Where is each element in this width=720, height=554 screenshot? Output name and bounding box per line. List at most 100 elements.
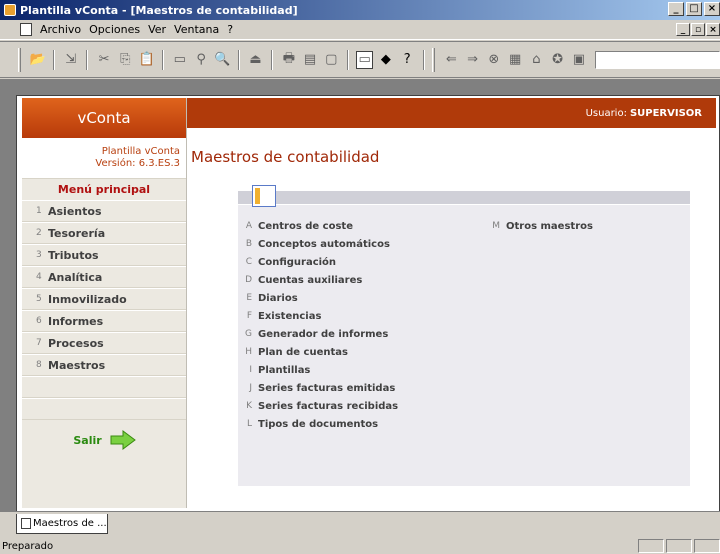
page-icon[interactable]: ▢	[323, 51, 340, 69]
option-key: E	[246, 293, 252, 303]
sidebar-item-label: Maestros	[48, 358, 106, 372]
toolbar-grip[interactable]	[431, 47, 435, 72]
paste-icon[interactable]: 📋	[138, 51, 155, 69]
go-icon[interactable]: ▣	[570, 51, 587, 69]
close-button[interactable]: ×	[704, 2, 720, 16]
options-right-column: M Otros maestros	[486, 217, 686, 235]
print-icon[interactable]: 🖶	[280, 51, 297, 69]
sidebar-item[interactable]: 5 Inmovilizado	[22, 288, 186, 310]
option-link[interactable]: G Generador de informes	[238, 325, 468, 343]
home-icon[interactable]: ⌂	[528, 51, 545, 69]
option-label: Cuentas auxiliares	[258, 274, 363, 286]
menu-item-3[interactable]: Ventana	[170, 23, 223, 36]
menu-item-1[interactable]: Opciones	[85, 23, 144, 36]
cut-icon[interactable]: ✂	[95, 51, 112, 69]
sidebar-item[interactable]: 3 Tributos	[22, 244, 186, 266]
sidebar-item-number: 6	[36, 316, 42, 326]
option-link[interactable]: A Centros de coste	[238, 217, 468, 235]
sidebar-item[interactable]: 8 Maestros	[22, 354, 186, 376]
sidebar-item-label: Tesorería	[48, 226, 106, 240]
help-icon[interactable]: ?	[399, 51, 416, 69]
favorites-icon[interactable]: ✪	[549, 51, 566, 69]
sidebar-item-number: 7	[36, 338, 42, 348]
option-link[interactable]: K Series facturas recibidas	[238, 397, 468, 415]
window-title: Plantilla vConta - [Maestros de contabil…	[20, 3, 298, 17]
sidebar-item[interactable]: 2 Tesorería	[22, 222, 186, 244]
menu-item-4[interactable]: ?	[223, 23, 237, 36]
user-bar: Usuario: SUPERVISOR	[187, 98, 716, 128]
mdi-controls: _ ▫ ×	[676, 23, 720, 36]
screen-icon[interactable]: ▭	[355, 50, 374, 69]
option-link[interactable]: C Configuración	[238, 253, 468, 271]
toolbar-separator	[237, 49, 240, 70]
option-link[interactable]: H Plan de cuentas	[238, 343, 468, 361]
toolbar-separator	[162, 49, 165, 70]
menu-item-0[interactable]: Archivo	[36, 23, 85, 36]
options-panel: A Centros de coste B Conceptos automáticos C…	[238, 185, 690, 486]
status-panels	[638, 539, 720, 553]
options-panel-header	[238, 191, 690, 205]
app-icon	[4, 4, 16, 16]
mdi-minimize-button[interactable]: _	[676, 23, 690, 36]
option-label: Existencias	[258, 310, 322, 322]
options-left-column: A Centros de coste B Conceptos automáticos C…	[238, 217, 468, 433]
tab-maestros[interactable]: Maestros de ...	[16, 514, 108, 534]
option-link[interactable]: M Otros maestros	[486, 217, 686, 235]
option-link[interactable]: F Existencias	[238, 307, 468, 325]
exit-button[interactable]: Salir	[22, 420, 187, 460]
address-input[interactable]	[595, 50, 720, 69]
option-link[interactable]: J Series facturas emitidas	[238, 379, 468, 397]
print-preview-icon[interactable]: ▤	[301, 51, 318, 69]
option-key: B	[245, 239, 252, 249]
eject-icon[interactable]: ⏏	[247, 51, 264, 69]
option-link[interactable]: B Conceptos automáticos	[238, 235, 468, 253]
back-icon[interactable]: ⇐	[443, 51, 460, 69]
sidebar-item-label: Informes	[48, 314, 104, 328]
option-label: Centros de coste	[258, 220, 353, 232]
sidebar-item[interactable]: 7 Procesos	[22, 332, 186, 354]
option-link[interactable]: D Cuentas auxiliares	[238, 271, 468, 289]
toolbar-separator	[53, 49, 56, 70]
window-icon[interactable]: ▭	[171, 51, 188, 69]
main-panel: Usuario: SUPERVISOR Maestros de contabil…	[187, 98, 716, 508]
option-key: J	[249, 383, 252, 393]
option-key: F	[246, 311, 252, 321]
open-icon[interactable]: 📂	[29, 51, 46, 69]
stop-icon[interactable]: ⊗	[485, 51, 502, 69]
exit-label: Salir	[73, 433, 102, 447]
menu-item-2[interactable]: Ver	[144, 23, 170, 36]
sidebar-item-label: Procesos	[48, 336, 104, 350]
search-icon[interactable]: 🔍	[214, 51, 231, 69]
document-icon[interactable]	[20, 23, 32, 36]
status-bar: Preparado	[0, 538, 720, 554]
sidebar-item-label: Asientos	[48, 204, 102, 218]
mdi-close-button[interactable]: ×	[706, 23, 720, 36]
refresh-icon[interactable]: ▦	[506, 51, 523, 69]
sidebar-item-number: 2	[36, 228, 42, 238]
option-link[interactable]: I Plantillas	[238, 361, 468, 379]
option-key: C	[245, 257, 252, 267]
copy-icon[interactable]: ⎘	[117, 51, 134, 69]
sidebar-item[interactable]: 4 Analítica	[22, 266, 186, 288]
diamond-icon[interactable]: ◆	[377, 51, 394, 69]
minimize-button[interactable]: _	[668, 2, 684, 16]
sidebar-item[interactable]: 6 Informes	[22, 310, 186, 332]
option-link[interactable]: E Diarios	[238, 289, 468, 307]
option-label: Series facturas recibidas	[258, 400, 399, 412]
document-window: vConta Plantilla vConta Versión: 6.3.ES.…	[16, 95, 720, 513]
sidebar-item[interactable]: 1 Asientos	[22, 200, 186, 222]
window-tab-bar: Maestros de ...	[0, 511, 720, 537]
option-label: Generador de informes	[258, 328, 389, 340]
mdi-area: vConta Plantilla vConta Versión: 6.3.ES.…	[0, 79, 720, 513]
sidebar: vConta Plantilla vConta Versión: 6.3.ES.…	[22, 98, 187, 508]
maximize-button[interactable]: □	[686, 2, 702, 16]
forward-icon[interactable]: ⇒	[464, 51, 481, 69]
page-title: Maestros de contabilidad	[191, 148, 380, 166]
mdi-restore-button[interactable]: ▫	[691, 23, 705, 36]
option-key: L	[246, 419, 252, 429]
binoculars-icon[interactable]: ⚲	[192, 51, 209, 69]
status-text: Preparado	[2, 540, 54, 552]
option-link[interactable]: L Tipos de documentos	[238, 415, 468, 433]
toolbar-grip[interactable]	[18, 47, 21, 72]
exit-icon[interactable]: ⇲	[62, 51, 79, 69]
